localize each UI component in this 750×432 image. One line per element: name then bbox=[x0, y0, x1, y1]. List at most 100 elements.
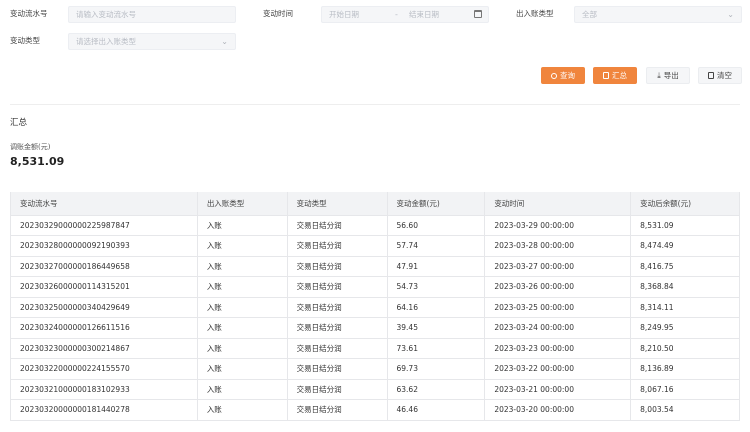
search-icon bbox=[551, 72, 557, 79]
cell-balance: 8,136.89 bbox=[630, 358, 740, 380]
cell-amount: 73.61 bbox=[387, 338, 486, 359]
table-row[interactable]: 20230325000000340429649 入账 交易日结分润 64.16 2023… bbox=[10, 297, 740, 318]
summary-label: 汇总 bbox=[612, 71, 627, 80]
download-icon: ⤓ bbox=[657, 70, 661, 80]
change-type-placeholder: 请选择出入账类型 bbox=[76, 37, 136, 46]
cell-change-type: 交易日结分润 bbox=[287, 379, 388, 400]
header-balance[interactable]: 变动后余额(元) bbox=[630, 192, 740, 216]
table-row[interactable]: 20230323000000300214867 入账 交易日结分润 73.61 2023… bbox=[10, 338, 740, 359]
export-label: 导出 bbox=[663, 71, 679, 80]
header-io-type[interactable]: 出入账类型 bbox=[197, 192, 288, 216]
cell-time: 2023-03-23 00:00:00 bbox=[484, 338, 632, 359]
cell-io-type: 入账 bbox=[197, 358, 288, 380]
table-row[interactable]: 20230326000000114315201 入账 交易日结分润 54.73 2023… bbox=[10, 276, 740, 298]
table-row[interactable]: 20230320000000181440278 入账 交易日结分润 46.46 2023… bbox=[10, 399, 740, 421]
cell-io-type: 入账 bbox=[197, 338, 288, 359]
cell-balance: 8,531.09 bbox=[630, 215, 740, 236]
cell-balance: 8,210.50 bbox=[630, 338, 740, 359]
cell-balance: 8,249.95 bbox=[630, 317, 740, 339]
clear-label: 清空 bbox=[717, 71, 732, 80]
divider bbox=[10, 104, 740, 105]
cell-balance: 8,368.84 bbox=[630, 276, 740, 298]
cell-amount: 54.73 bbox=[387, 276, 486, 298]
cell-time: 2023-03-21 00:00:00 bbox=[484, 379, 632, 400]
cell-amount: 63.62 bbox=[387, 379, 486, 400]
time-label: 变动时间 bbox=[263, 9, 293, 18]
cell-time: 2023-03-20 00:00:00 bbox=[484, 399, 632, 421]
cell-io-type: 入账 bbox=[197, 399, 288, 421]
cell-serial: 20230328000000092190393 bbox=[10, 235, 198, 257]
cell-serial: 20230322000000224155570 bbox=[10, 358, 198, 380]
io-type-value: 全部 bbox=[582, 10, 597, 19]
serial-input[interactable]: 请输入变动流水号 bbox=[68, 6, 236, 23]
cell-change-type: 交易日结分润 bbox=[287, 276, 388, 298]
io-type-select[interactable]: 全部 ⌄ bbox=[574, 6, 742, 23]
cell-amount: 39.45 bbox=[387, 317, 486, 339]
header-change-type[interactable]: 变动类型 bbox=[287, 192, 388, 216]
cell-serial: 20230324000000126611516 bbox=[10, 317, 198, 339]
chevron-down-icon: ⌄ bbox=[221, 37, 228, 46]
cell-serial: 20230326000000114315201 bbox=[10, 276, 198, 298]
adjust-amount-label: 调账金额(元) bbox=[10, 143, 51, 151]
header-amount[interactable]: 变动金额(元) bbox=[387, 192, 486, 216]
date-range-picker[interactable]: 开始日期 - 结束日期 bbox=[321, 6, 489, 23]
cell-serial: 20230327000000186449658 bbox=[10, 256, 198, 277]
cell-amount: 56.60 bbox=[387, 215, 486, 236]
io-type-label: 出入账类型 bbox=[516, 9, 554, 18]
cell-balance: 8,474.49 bbox=[630, 235, 740, 257]
summary-icon bbox=[603, 72, 609, 79]
cell-io-type: 入账 bbox=[197, 379, 288, 400]
cell-change-type: 交易日结分润 bbox=[287, 358, 388, 380]
cell-time: 2023-03-26 00:00:00 bbox=[484, 276, 632, 298]
cell-time: 2023-03-27 00:00:00 bbox=[484, 256, 632, 277]
table-row[interactable]: 20230327000000186449658 入账 交易日结分润 47.91 2023… bbox=[10, 256, 740, 277]
cell-change-type: 交易日结分润 bbox=[287, 235, 388, 257]
cell-change-type: 交易日结分润 bbox=[287, 338, 388, 359]
cell-change-type: 交易日结分润 bbox=[287, 317, 388, 339]
cell-change-type: 交易日结分润 bbox=[287, 256, 388, 277]
cell-change-type: 交易日结分润 bbox=[287, 215, 388, 236]
clear-button[interactable]: 清空 bbox=[698, 67, 742, 84]
trash-icon bbox=[708, 72, 714, 79]
summary-title: 汇总 bbox=[10, 118, 28, 128]
cell-balance: 8,003.54 bbox=[630, 399, 740, 421]
cell-time: 2023-03-22 00:00:00 bbox=[484, 358, 632, 380]
cell-balance: 8,416.75 bbox=[630, 256, 740, 277]
adjust-amount-value: 8,531.09 bbox=[10, 155, 65, 168]
chevron-down-icon: ⌄ bbox=[727, 10, 734, 19]
cell-amount: 64.16 bbox=[387, 297, 486, 318]
header-time[interactable]: 变动时间 bbox=[484, 192, 632, 216]
cell-balance: 8,314.11 bbox=[630, 297, 740, 318]
cell-change-type: 交易日结分润 bbox=[287, 297, 388, 318]
export-button[interactable]: ⤓ 导出 bbox=[646, 67, 690, 84]
cell-serial: 20230320000000181440278 bbox=[10, 399, 198, 421]
start-date-input[interactable]: 开始日期 bbox=[329, 10, 359, 19]
cell-serial: 20230321000000183102933 bbox=[10, 379, 198, 400]
cell-serial: 20230329000000225987847 bbox=[10, 215, 198, 236]
table-row[interactable]: 20230329000000225987847 入账 交易日结分润 56.60 2023… bbox=[10, 215, 740, 236]
table-header-row: 变动流水号 出入账类型 变动类型 变动金额(元) 变动时间 变动后余额(元) bbox=[10, 192, 740, 216]
table-row[interactable]: 20230322000000224155570 入账 交易日结分润 69.73 2023… bbox=[10, 358, 740, 380]
table-row[interactable]: 20230328000000092190393 入账 交易日结分润 57.74 2023… bbox=[10, 235, 740, 257]
cell-io-type: 入账 bbox=[197, 215, 288, 236]
cell-io-type: 入账 bbox=[197, 317, 288, 339]
table-row[interactable]: 20230321000000183102933 入账 交易日结分润 63.62 2023… bbox=[10, 379, 740, 400]
cell-time: 2023-03-24 00:00:00 bbox=[484, 317, 632, 339]
header-serial[interactable]: 变动流水号 bbox=[10, 192, 198, 216]
cell-balance: 8,067.16 bbox=[630, 379, 740, 400]
date-separator: - bbox=[395, 10, 398, 19]
cell-io-type: 入账 bbox=[197, 256, 288, 277]
cell-serial: 20230325000000340429649 bbox=[10, 297, 198, 318]
change-type-label: 变动类型 bbox=[10, 36, 40, 45]
end-date-input[interactable]: 结束日期 bbox=[409, 7, 439, 22]
cell-time: 2023-03-25 00:00:00 bbox=[484, 297, 632, 318]
transactions-table: 变动流水号 出入账类型 变动类型 变动金额(元) 变动时间 变动后余额(元) 2… bbox=[10, 192, 740, 421]
change-type-select[interactable]: 请选择出入账类型 ⌄ bbox=[68, 33, 236, 50]
table-row[interactable]: 20230324000000126611516 入账 交易日结分润 39.45 2023… bbox=[10, 317, 740, 339]
summary-button[interactable]: 汇总 bbox=[593, 67, 637, 84]
cell-amount: 69.73 bbox=[387, 358, 486, 380]
cell-serial: 20230323000000300214867 bbox=[10, 338, 198, 359]
cell-amount: 57.74 bbox=[387, 235, 486, 257]
serial-label: 变动流水号 bbox=[10, 9, 48, 18]
query-button[interactable]: 查询 bbox=[541, 67, 585, 84]
